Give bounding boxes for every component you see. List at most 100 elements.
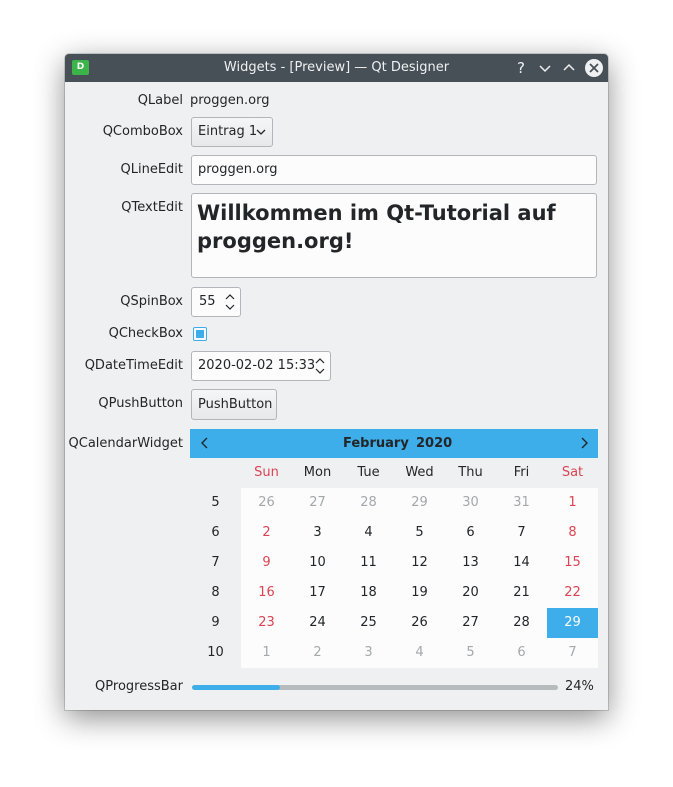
qlabel-label: QLabel: [137, 93, 183, 108]
progress-bar-text: 24%: [565, 679, 594, 694]
chevron-up-icon: [563, 63, 575, 71]
text-edit[interactable]: Willkommen im Qt-Tutorial auf proggen.or…: [191, 193, 597, 278]
calendar-week-number: 8: [211, 585, 220, 600]
calendar-day[interactable]: 27: [292, 488, 343, 518]
title-bar[interactable]: D Widgets - [Preview] — Qt Designer ?: [65, 54, 608, 82]
progress-bar: [192, 685, 558, 690]
combo-box-value: Eintrag 1: [198, 124, 258, 139]
calendar-day[interactable]: 7: [496, 518, 547, 548]
calendar-day[interactable]: 1: [547, 488, 598, 518]
calendar-day[interactable]: 20: [445, 578, 496, 608]
date-time-edit[interactable]: 2020-02-02 15:33: [191, 351, 331, 381]
calendar-day[interactable]: 9: [241, 548, 292, 578]
qdatetimeedit-label: QDateTimeEdit: [84, 358, 183, 373]
calendar-day[interactable]: 5: [445, 638, 496, 668]
text-edit-content: Willkommen im Qt-Tutorial auf proggen.or…: [197, 201, 556, 253]
calendar-day[interactable]: 12: [394, 548, 445, 578]
help-button[interactable]: ?: [512, 59, 530, 77]
calendar-day[interactable]: 18: [343, 578, 394, 608]
calendar-day[interactable]: 19: [394, 578, 445, 608]
calendar-weekday-header: Fri: [513, 465, 530, 480]
check-box-indicator: [196, 330, 204, 338]
calendar-day[interactable]: 16: [241, 578, 292, 608]
qlineedit-label: QLineEdit: [120, 162, 184, 177]
calendar-day[interactable]: 11: [343, 548, 394, 578]
maximize-button[interactable]: [560, 59, 578, 77]
calendar-day[interactable]: 26: [241, 488, 292, 518]
calendar-day[interactable]: 15: [547, 548, 598, 578]
calendar-day[interactable]: 6: [496, 638, 547, 668]
calendar-day[interactable]: 25: [343, 608, 394, 638]
qprogressbar-label: QProgressBar: [95, 679, 183, 694]
qcheckbox-label: QCheckBox: [108, 326, 183, 341]
calendar-week-number: 6: [211, 525, 220, 540]
chevron-down-icon: [256, 129, 266, 135]
calendar-day[interactable]: 8: [547, 518, 598, 548]
designer-preview-window: D Widgets - [Preview] — Qt Designer ? QL…: [65, 54, 608, 710]
close-button[interactable]: [585, 59, 603, 77]
minimize-button[interactable]: [536, 59, 554, 77]
calendar-day[interactable]: 4: [343, 518, 394, 548]
check-box[interactable]: [193, 327, 207, 341]
calendar-navigation-bar: February 2020: [190, 429, 598, 458]
calendar-day[interactable]: 23: [241, 608, 292, 638]
calendar-day[interactable]: 31: [496, 488, 547, 518]
calendar-day[interactable]: 14: [496, 548, 547, 578]
calendar-week-number: 5: [211, 495, 220, 510]
calendar-week-number: 10: [207, 645, 224, 660]
calendar-day-selected[interactable]: 29: [547, 608, 598, 638]
spin-arrows-icon[interactable]: [224, 293, 236, 311]
calendar-day[interactable]: 3: [292, 518, 343, 548]
chevron-right-icon[interactable]: [577, 436, 591, 450]
calendar-day[interactable]: 2: [241, 518, 292, 548]
calendar-day[interactable]: 27: [445, 608, 496, 638]
qtextedit-label: QTextEdit: [121, 200, 183, 215]
chevron-down-icon: [539, 65, 551, 73]
push-button[interactable]: PushButton: [191, 389, 277, 420]
calendar-weekday-header: Thu: [458, 465, 483, 480]
progress-bar-fill: [192, 685, 280, 690]
calendar-weekday-header: Wed: [405, 465, 434, 480]
chevron-left-icon[interactable]: [198, 436, 212, 450]
qspinbox-label: QSpinBox: [120, 294, 183, 309]
calendar-day[interactable]: 5: [394, 518, 445, 548]
calendar-day[interactable]: 6: [445, 518, 496, 548]
calendar-day[interactable]: 29: [394, 488, 445, 518]
calendar-month-button[interactable]: February: [343, 429, 409, 458]
calendar-day[interactable]: 13: [445, 548, 496, 578]
qcalendarwidget-label: QCalendarWidget: [68, 436, 183, 451]
spin-box[interactable]: 55: [191, 287, 241, 317]
line-edit-value: proggen.org: [198, 162, 278, 177]
calendar-day[interactable]: 3: [343, 638, 394, 668]
spin-box-value: 55: [199, 294, 216, 309]
calendar-day[interactable]: 28: [496, 608, 547, 638]
line-edit[interactable]: proggen.org: [191, 155, 597, 185]
push-button-text: PushButton: [198, 397, 273, 412]
calendar-weekday-header: Sun: [254, 465, 279, 480]
calendar-weekday-header: Tue: [357, 465, 380, 480]
qpushbutton-label: QPushButton: [98, 396, 183, 411]
calendar-day[interactable]: 2: [292, 638, 343, 668]
close-icon: [589, 63, 599, 73]
help-icon: ?: [517, 59, 525, 77]
calendar-day[interactable]: 4: [394, 638, 445, 668]
calendar-day[interactable]: 1: [241, 638, 292, 668]
calendar-day[interactable]: 7: [547, 638, 598, 668]
calendar-weekday-header: Mon: [303, 465, 332, 480]
combo-box[interactable]: Eintrag 1: [191, 117, 273, 147]
calendar-day[interactable]: 30: [445, 488, 496, 518]
spin-arrows-icon[interactable]: [314, 357, 326, 375]
qcombobox-label: QComboBox: [102, 124, 183, 139]
qlabel-value: proggen.org: [190, 93, 270, 108]
calendar-day[interactable]: 21: [496, 578, 547, 608]
calendar-weekday-header: Sat: [561, 465, 584, 480]
calendar-day[interactable]: 22: [547, 578, 598, 608]
calendar-day[interactable]: 26: [394, 608, 445, 638]
calendar-day[interactable]: 17: [292, 578, 343, 608]
calendar-day[interactable]: 10: [292, 548, 343, 578]
date-time-value: 2020-02-02 15:33: [198, 358, 316, 373]
calendar-day[interactable]: 28: [343, 488, 394, 518]
calendar-day[interactable]: 24: [292, 608, 343, 638]
calendar-year-button[interactable]: 2020: [416, 429, 452, 458]
calendar-week-number: 7: [211, 555, 220, 570]
